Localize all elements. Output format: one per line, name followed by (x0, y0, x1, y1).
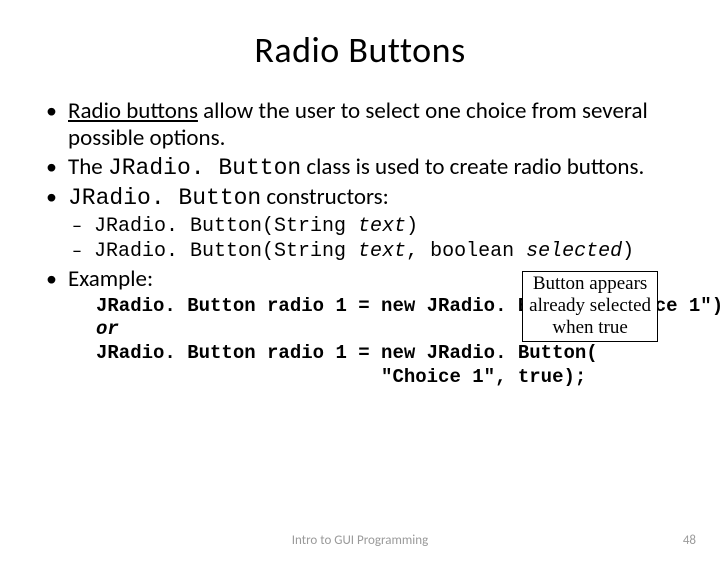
callout-box: Button appears already selected when tru… (522, 271, 658, 342)
slide-title: Radio Buttons (0, 28, 720, 72)
bullet-4-text: Example: (68, 265, 153, 293)
sub-2: JRadio. Button(String text, boolean sele… (94, 239, 680, 264)
bullet-2-post: class is used to create radio buttons. (301, 153, 644, 181)
bullet-3-class: JRadio. Button (68, 185, 261, 211)
sub-1: JRadio. Button(String text) (94, 214, 680, 239)
example-line-3: JRadio. Button radio 1 = new JRadio. But… (96, 342, 680, 366)
callout-line-3: when true (529, 317, 651, 339)
bullet-3-post: constructors: (261, 183, 389, 211)
sub-2-d: selected (526, 240, 622, 263)
footer-text: Intro to GUI Programming (0, 533, 720, 548)
bullet-2-class: JRadio. Button (108, 155, 301, 181)
bullet-2-pre: The (68, 153, 108, 181)
callout-line-1: Button appears (529, 273, 651, 295)
slide-content: Radio buttons allow the user to select o… (0, 98, 720, 390)
bullet-1: Radio buttons allow the user to select o… (68, 98, 680, 152)
bullet-list: Radio buttons allow the user to select o… (40, 98, 680, 390)
callout-line-2: already selected (529, 295, 651, 317)
page-number: 48 (683, 533, 696, 548)
sub-2-a: JRadio. Button(String (94, 240, 358, 263)
slide: Radio Buttons Radio buttons allow the us… (0, 28, 720, 568)
bullet-2: The JRadio. Button class is used to crea… (68, 154, 680, 182)
sub-2-b: text (358, 240, 406, 263)
sub-1-b: text (358, 215, 406, 238)
bullet-1-term: Radio buttons (68, 97, 198, 125)
sub-1-c: ) (406, 215, 418, 238)
sub-2-c: , boolean (406, 240, 526, 263)
example-line-4: "Choice 1", true); (96, 366, 680, 390)
sub-1-a: JRadio. Button(String (94, 215, 358, 238)
bullet-3: JRadio. Button constructors: JRadio. But… (68, 184, 680, 263)
sub-list: JRadio. Button(String text) JRadio. Butt… (68, 214, 680, 264)
sub-2-e: ) (622, 240, 634, 263)
